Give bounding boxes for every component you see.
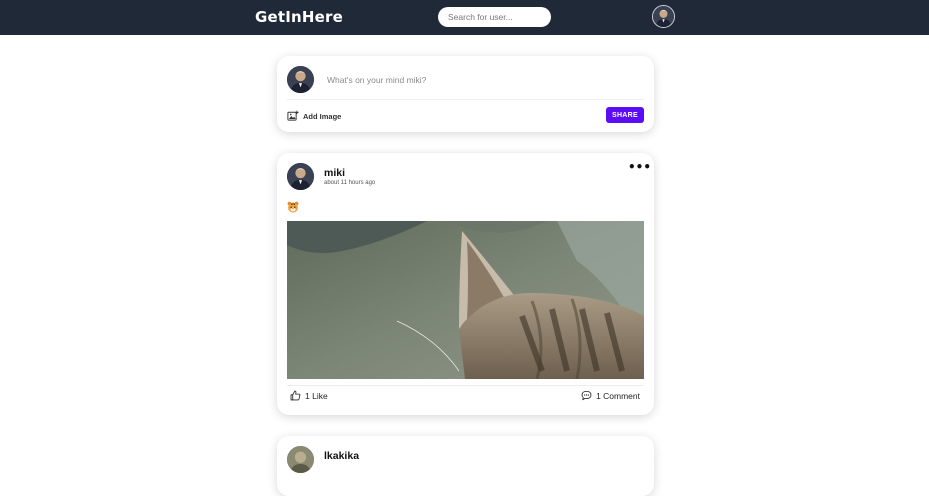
comment-button[interactable]: 1 Comment: [581, 390, 640, 401]
post-author-avatar[interactable]: [287, 446, 314, 473]
footer-divider: [287, 385, 644, 386]
composer-divider: [287, 99, 644, 100]
post-image[interactable]: [287, 221, 644, 379]
comment-icon: [581, 390, 592, 401]
search-input[interactable]: [438, 7, 551, 27]
post-card: lkakika: [277, 436, 654, 496]
post-author-avatar[interactable]: [287, 163, 314, 190]
user-avatar-icon[interactable]: [652, 5, 675, 28]
like-button[interactable]: 1 Like: [290, 390, 328, 401]
share-button[interactable]: SHARE: [606, 107, 644, 123]
more-horizontal-icon[interactable]: •••: [628, 161, 651, 173]
cat-ear-photo: [287, 221, 644, 379]
post-text-input[interactable]: [327, 73, 627, 87]
post-footer: 1 Like 1 Comment: [287, 385, 644, 407]
post-timestamp: about 11 hours ago: [324, 180, 376, 186]
add-image-button[interactable]: Add Image: [287, 109, 341, 123]
post-card: miki about 11 hours ago ••• 1 Like 1 Com…: [277, 153, 654, 415]
post-author-name[interactable]: lkakika: [324, 450, 359, 462]
thumbs-up-icon: [290, 390, 301, 401]
tiger-face-emoji: [287, 201, 299, 213]
comment-count: 1 Comment: [596, 390, 640, 401]
top-navbar: GetInHere: [0, 0, 929, 35]
add-image-label: Add Image: [303, 111, 342, 121]
composer-avatar: [287, 66, 314, 93]
post-composer: Add Image SHARE: [277, 56, 654, 132]
post-author-name[interactable]: miki: [324, 167, 345, 179]
brand-logo[interactable]: GetInHere: [255, 8, 343, 26]
like-count: 1 Like: [305, 390, 328, 401]
image-add-icon: [287, 110, 299, 121]
